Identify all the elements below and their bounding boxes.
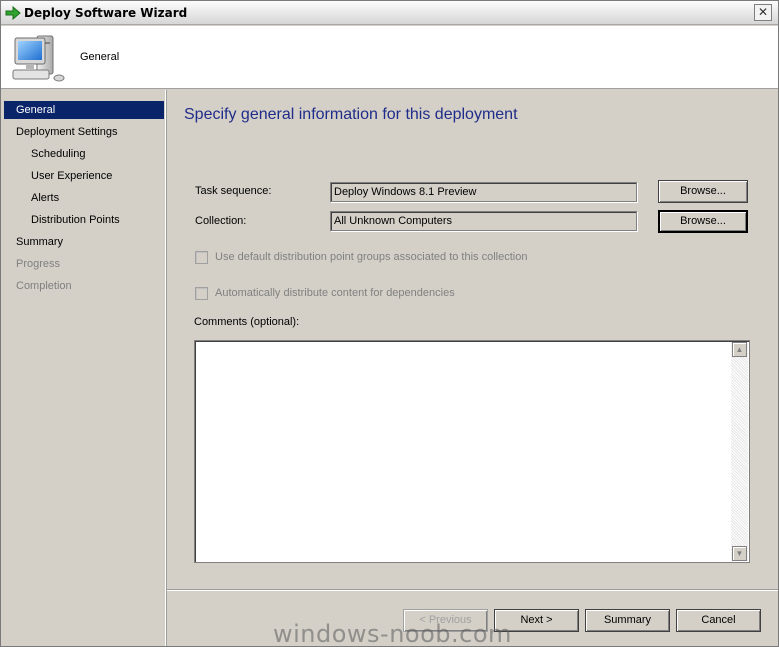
nav-item-distribution-points[interactable]: Distribution Points bbox=[4, 211, 164, 229]
scroll-up-arrow-icon[interactable]: ▲ bbox=[732, 342, 747, 357]
comments-textarea[interactable]: ▲ ▼ bbox=[194, 340, 750, 563]
wizard-content: Specify general information for this dep… bbox=[167, 90, 778, 590]
page-heading: Specify general information for this dep… bbox=[184, 106, 518, 123]
task-sequence-field[interactable]: Deploy Windows 8.1 Preview bbox=[330, 182, 637, 202]
wizard-header: General bbox=[1, 26, 778, 89]
dp-groups-checkbox-label: Use default distribution point groups as… bbox=[215, 251, 528, 263]
computer-icon bbox=[12, 35, 65, 82]
cancel-button[interactable]: Cancel bbox=[676, 609, 761, 632]
collection-field[interactable]: All Unknown Computers bbox=[330, 211, 637, 231]
wizard-navigation: General Deployment Settings Scheduling U… bbox=[1, 90, 166, 646]
green-arrow-icon bbox=[5, 6, 21, 20]
nav-item-deployment-settings[interactable]: Deployment Settings bbox=[4, 123, 164, 141]
nav-item-summary[interactable]: Summary bbox=[4, 233, 164, 251]
nav-item-completion: Completion bbox=[16, 280, 72, 292]
browse-collection-button[interactable]: Browse... bbox=[658, 210, 748, 233]
summary-button[interactable]: Summary bbox=[585, 609, 670, 632]
comments-scrollbar[interactable]: ▲ ▼ bbox=[731, 342, 748, 561]
nav-item-user-experience[interactable]: User Experience bbox=[4, 167, 164, 185]
collection-label: Collection: bbox=[195, 215, 247, 227]
nav-item-general[interactable]: General bbox=[4, 101, 164, 119]
scroll-down-arrow-icon[interactable]: ▼ bbox=[732, 546, 747, 561]
close-button[interactable]: ✕ bbox=[754, 4, 772, 21]
comments-label: Comments (optional): bbox=[194, 316, 300, 328]
nav-item-scheduling[interactable]: Scheduling bbox=[4, 145, 164, 163]
dependencies-checkbox-label: Automatically distribute content for dep… bbox=[215, 287, 455, 299]
deploy-software-wizard-window: Deploy Software Wizard ✕ General General… bbox=[0, 0, 779, 647]
header-title: General bbox=[80, 51, 120, 63]
dependencies-checkbox bbox=[195, 287, 208, 300]
dp-groups-checkbox bbox=[195, 251, 208, 264]
title-bar[interactable]: Deploy Software Wizard ✕ bbox=[1, 1, 778, 25]
window-title: Deploy Software Wizard bbox=[24, 6, 188, 20]
nav-item-progress: Progress bbox=[16, 258, 61, 270]
task-sequence-label: Task sequence: bbox=[195, 185, 272, 197]
footer-divider bbox=[167, 589, 778, 591]
browse-task-sequence-button[interactable]: Browse... bbox=[658, 180, 748, 203]
nav-item-alerts[interactable]: Alerts bbox=[4, 189, 164, 207]
watermark-text: windows-noob.com bbox=[273, 620, 512, 647]
